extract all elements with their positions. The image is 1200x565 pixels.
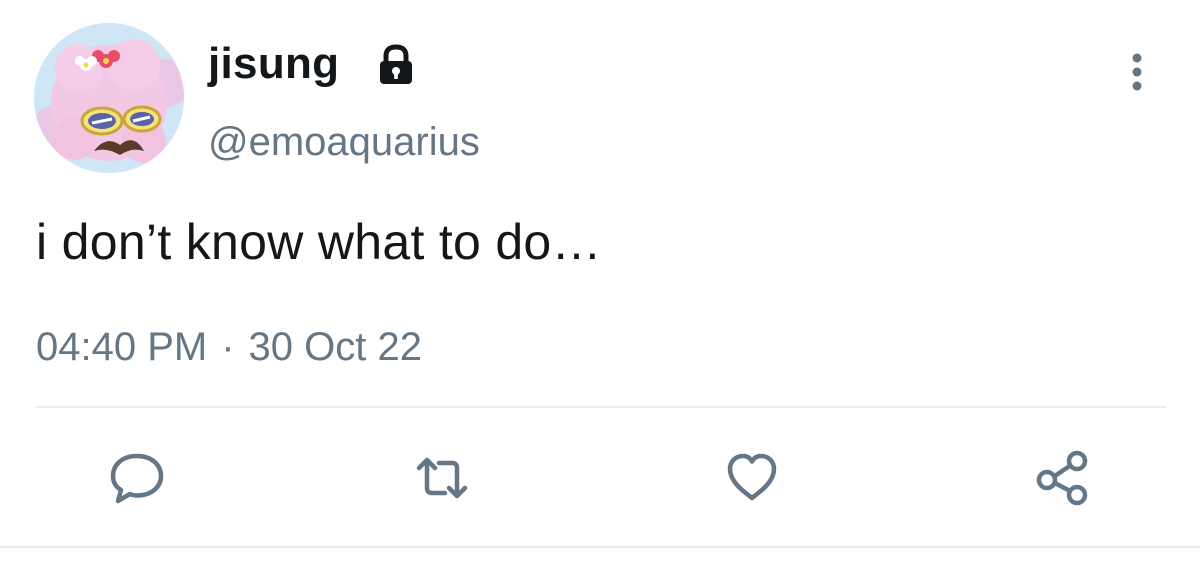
retweet-arrows-icon (416, 457, 468, 499)
user-handle[interactable]: @emoaquarius (208, 118, 480, 166)
tweet-card: jisung @emoaquarius i don’t know what to… (0, 0, 1200, 565)
tweet-time: 04:40 PM (36, 325, 208, 369)
divider (36, 406, 1166, 408)
display-name[interactable]: jisung (208, 38, 339, 90)
retweet-button[interactable] (412, 448, 472, 508)
heart-icon (727, 453, 777, 501)
lock-icon (374, 42, 418, 86)
more-vertical-icon[interactable] (1123, 50, 1151, 94)
reply-button[interactable] (107, 448, 167, 508)
tweet-timestamp[interactable]: 04:40 PM · 30 Oct 22 (36, 322, 422, 372)
like-button[interactable] (722, 448, 782, 508)
comment-bubble-icon (110, 453, 164, 504)
tweet-date: 30 Oct 22 (248, 325, 422, 369)
share-button[interactable] (1032, 448, 1092, 508)
share-nodes-icon (1036, 450, 1088, 506)
tweet-text: i don’t know what to do… (36, 214, 602, 270)
pink-sheep-avatar-icon (34, 23, 184, 173)
timestamp-separator: · (221, 325, 235, 369)
avatar[interactable] (34, 23, 184, 173)
bottom-divider (0, 546, 1200, 548)
